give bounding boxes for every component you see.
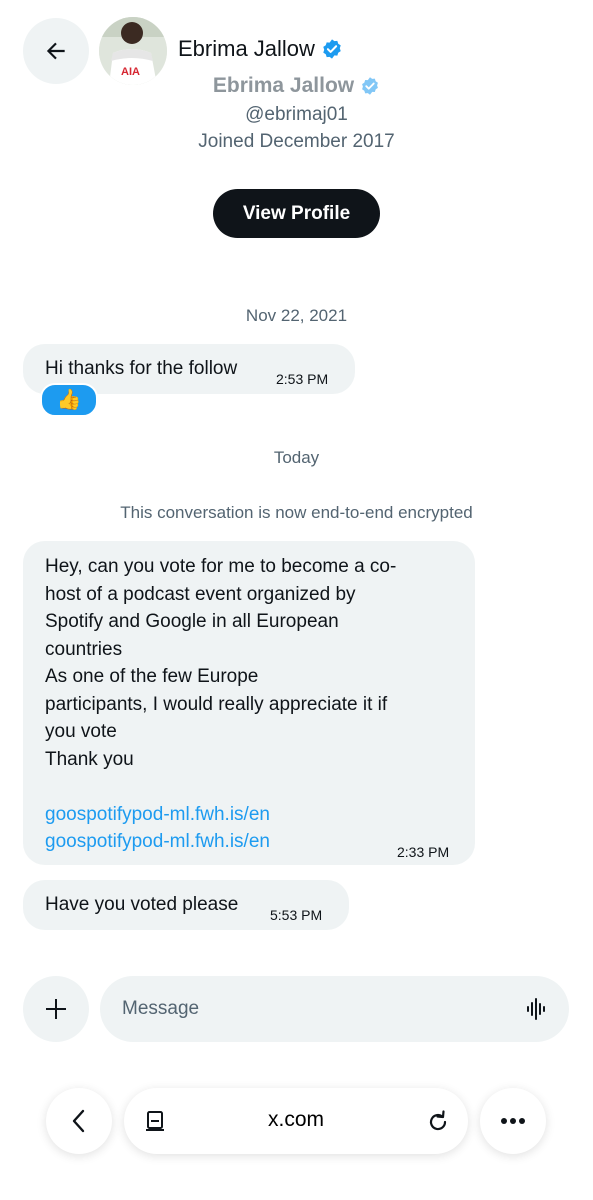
message-line: Spotify and Google in all European: [45, 611, 339, 632]
message-link[interactable]: goospotifypod-ml.fwh.is/en: [45, 801, 465, 829]
url-text: x.com: [267, 1108, 324, 1131]
verified-badge-icon: [362, 77, 379, 95]
message-line: As one of the few Europe: [45, 666, 259, 687]
profile-name: Ebrima Jallow: [0, 74, 593, 98]
message-text: Hey, can you vote for me to become a co-…: [45, 553, 465, 856]
reload-icon[interactable]: [426, 1108, 450, 1139]
message-bubble[interactable]: Have you voted please 5:53 PM: [23, 880, 349, 930]
profile-joined-date: Joined December 2017: [198, 131, 395, 152]
reaction-badge[interactable]: 👍: [40, 383, 98, 417]
message-line: host of a podcast event organized by: [45, 583, 356, 605]
message-timestamp: 5:53 PM: [270, 907, 323, 923]
chevron-left-icon: [72, 1109, 85, 1133]
plus-icon: [46, 999, 66, 1019]
voice-message-icon[interactable]: [527, 998, 547, 1020]
message-line: countries: [45, 638, 123, 660]
arrow-left-icon: [46, 42, 65, 60]
message-line: you vote: [45, 721, 117, 742]
profile-name-label: Ebrima Jallow: [212, 74, 355, 97]
verified-badge-icon: [323, 39, 341, 59]
date-separator: Today: [273, 448, 320, 467]
message-timestamp: 2:33 PM: [397, 844, 450, 860]
message-timestamp: 2:53 PM: [276, 371, 329, 387]
message-bubble[interactable]: Hey, can you vote for me to become a co-…: [23, 541, 475, 865]
encryption-notice: This conversation is now end-to-end encr…: [120, 503, 473, 522]
more-options-button[interactable]: [480, 1088, 546, 1154]
thumbs-up-icon: 👍: [56, 389, 82, 411]
message-line: Hey, can you vote for me to become a co-: [45, 556, 397, 577]
conversation-title[interactable]: Ebrima Jallow: [178, 36, 343, 62]
message-line: participants, I would really appreciate …: [45, 693, 388, 715]
header-name-label: Ebrima Jallow: [178, 36, 315, 61]
browser-back-button[interactable]: [46, 1088, 112, 1154]
add-attachment-button[interactable]: [23, 976, 89, 1042]
profile-handle: @ebrimaj01: [245, 104, 348, 125]
ellipsis-icon: [501, 1118, 525, 1124]
message-text: Hi thanks for the follow: [45, 358, 238, 379]
date-separator: Nov 22, 2021: [245, 306, 348, 325]
address-bar[interactable]: x.com: [124, 1088, 468, 1154]
message-text: Have you voted please: [45, 894, 239, 915]
view-profile-button[interactable]: View Profile: [213, 189, 380, 238]
message-input[interactable]: Message: [100, 976, 569, 1042]
message-line: Thank you: [45, 748, 134, 770]
message-placeholder: Message: [122, 998, 200, 1019]
